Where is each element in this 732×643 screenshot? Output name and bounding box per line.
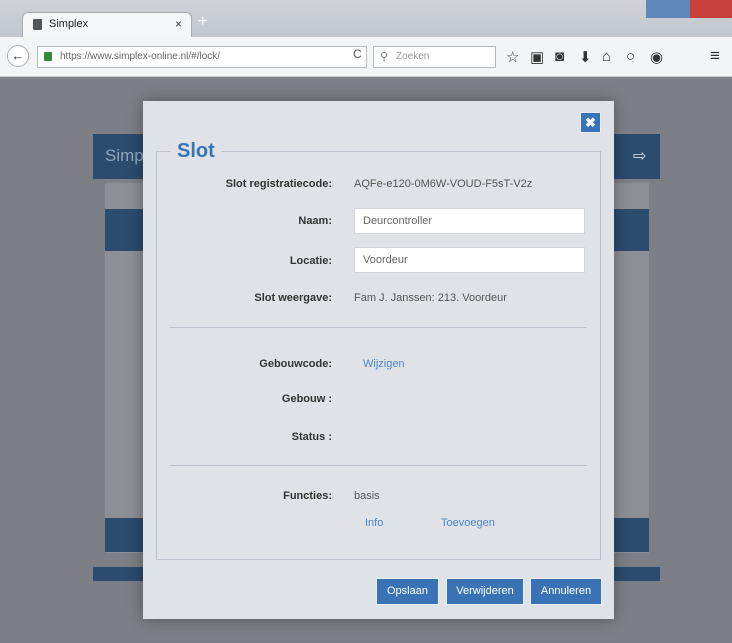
back-button[interactable]: ← <box>7 45 29 67</box>
info-link[interactable]: Info <box>365 517 383 529</box>
modal-title: Slot <box>177 140 215 162</box>
save-button[interactable]: Opslaan <box>376 578 439 605</box>
page-title: Simp <box>105 146 144 165</box>
reading-list-icon[interactable]: ▣ <box>530 48 544 66</box>
sync-icon[interactable]: ○ <box>626 48 635 65</box>
search-icon: ⚲ <box>380 51 389 63</box>
tab-title: Simplex <box>49 18 89 30</box>
reload-icon[interactable]: C <box>353 47 362 61</box>
building-code-label: Gebouwcode: <box>259 358 332 370</box>
location-input[interactable]: Voordeur <box>354 247 585 273</box>
page-icon <box>33 19 42 30</box>
window-close-button[interactable] <box>690 0 732 18</box>
functions-value: basis <box>354 490 380 502</box>
address-bar[interactable]: https://www.simplex-online.nl/#/lock/ <box>37 46 367 68</box>
registration-code-label: Slot registratiecode: <box>225 178 332 190</box>
pocket-icon[interactable]: ◙ <box>555 48 564 65</box>
close-icon[interactable]: ✖ <box>580 112 601 133</box>
functions-label: Functies: <box>283 490 332 502</box>
add-function-link[interactable]: Toevoegen <box>441 517 495 529</box>
menu-icon[interactable]: ≡ <box>710 46 720 66</box>
download-icon[interactable]: ⬇ <box>579 48 592 66</box>
browser-toolbar: ← https://www.simplex-online.nl/#/lock/ … <box>0 37 732 77</box>
location-label: Locatie: <box>289 255 332 267</box>
lock-icon <box>44 52 52 61</box>
cancel-button[interactable]: Annuleren <box>530 578 602 605</box>
status-label: Status : <box>291 431 332 443</box>
tab-close-icon[interactable]: × <box>175 17 182 31</box>
section-divider <box>170 465 587 466</box>
registration-code-value: AQFe-e120-0M6W-VOUD-F5sT-V2z <box>354 178 533 190</box>
home-icon[interactable]: ⌂ <box>602 48 611 65</box>
browser-tab[interactable]: Simplex × <box>22 12 192 37</box>
name-label: Naam: <box>298 215 332 227</box>
slot-display-label: Slot weergave: <box>254 292 332 304</box>
logout-icon[interactable]: ⇨ <box>633 146 646 166</box>
extension-icon[interactable]: ◉ <box>650 48 663 66</box>
new-tab-button[interactable]: + <box>198 13 207 31</box>
section-divider <box>170 327 587 328</box>
delete-button[interactable]: Verwijderen <box>446 578 524 605</box>
building-label: Gebouw : <box>281 393 332 405</box>
name-input[interactable]: Deurcontroller <box>354 208 585 234</box>
bookmark-star-icon[interactable]: ☆ <box>506 48 519 66</box>
url-text: https://www.simplex-online.nl/#/lock/ <box>60 51 221 62</box>
building-code-change-link[interactable]: Wijzigen <box>363 358 405 370</box>
slot-display-value: Fam J. Janssen: 213. Voordeur <box>354 292 507 304</box>
search-placeholder: Zoeken <box>396 51 430 62</box>
window-minimize-maximize-buttons[interactable] <box>646 0 690 18</box>
slot-modal: ✖ Slot Slot registratiecode: AQFe-e120-0… <box>143 101 614 619</box>
search-input[interactable]: ⚲ Zoeken <box>373 46 496 68</box>
